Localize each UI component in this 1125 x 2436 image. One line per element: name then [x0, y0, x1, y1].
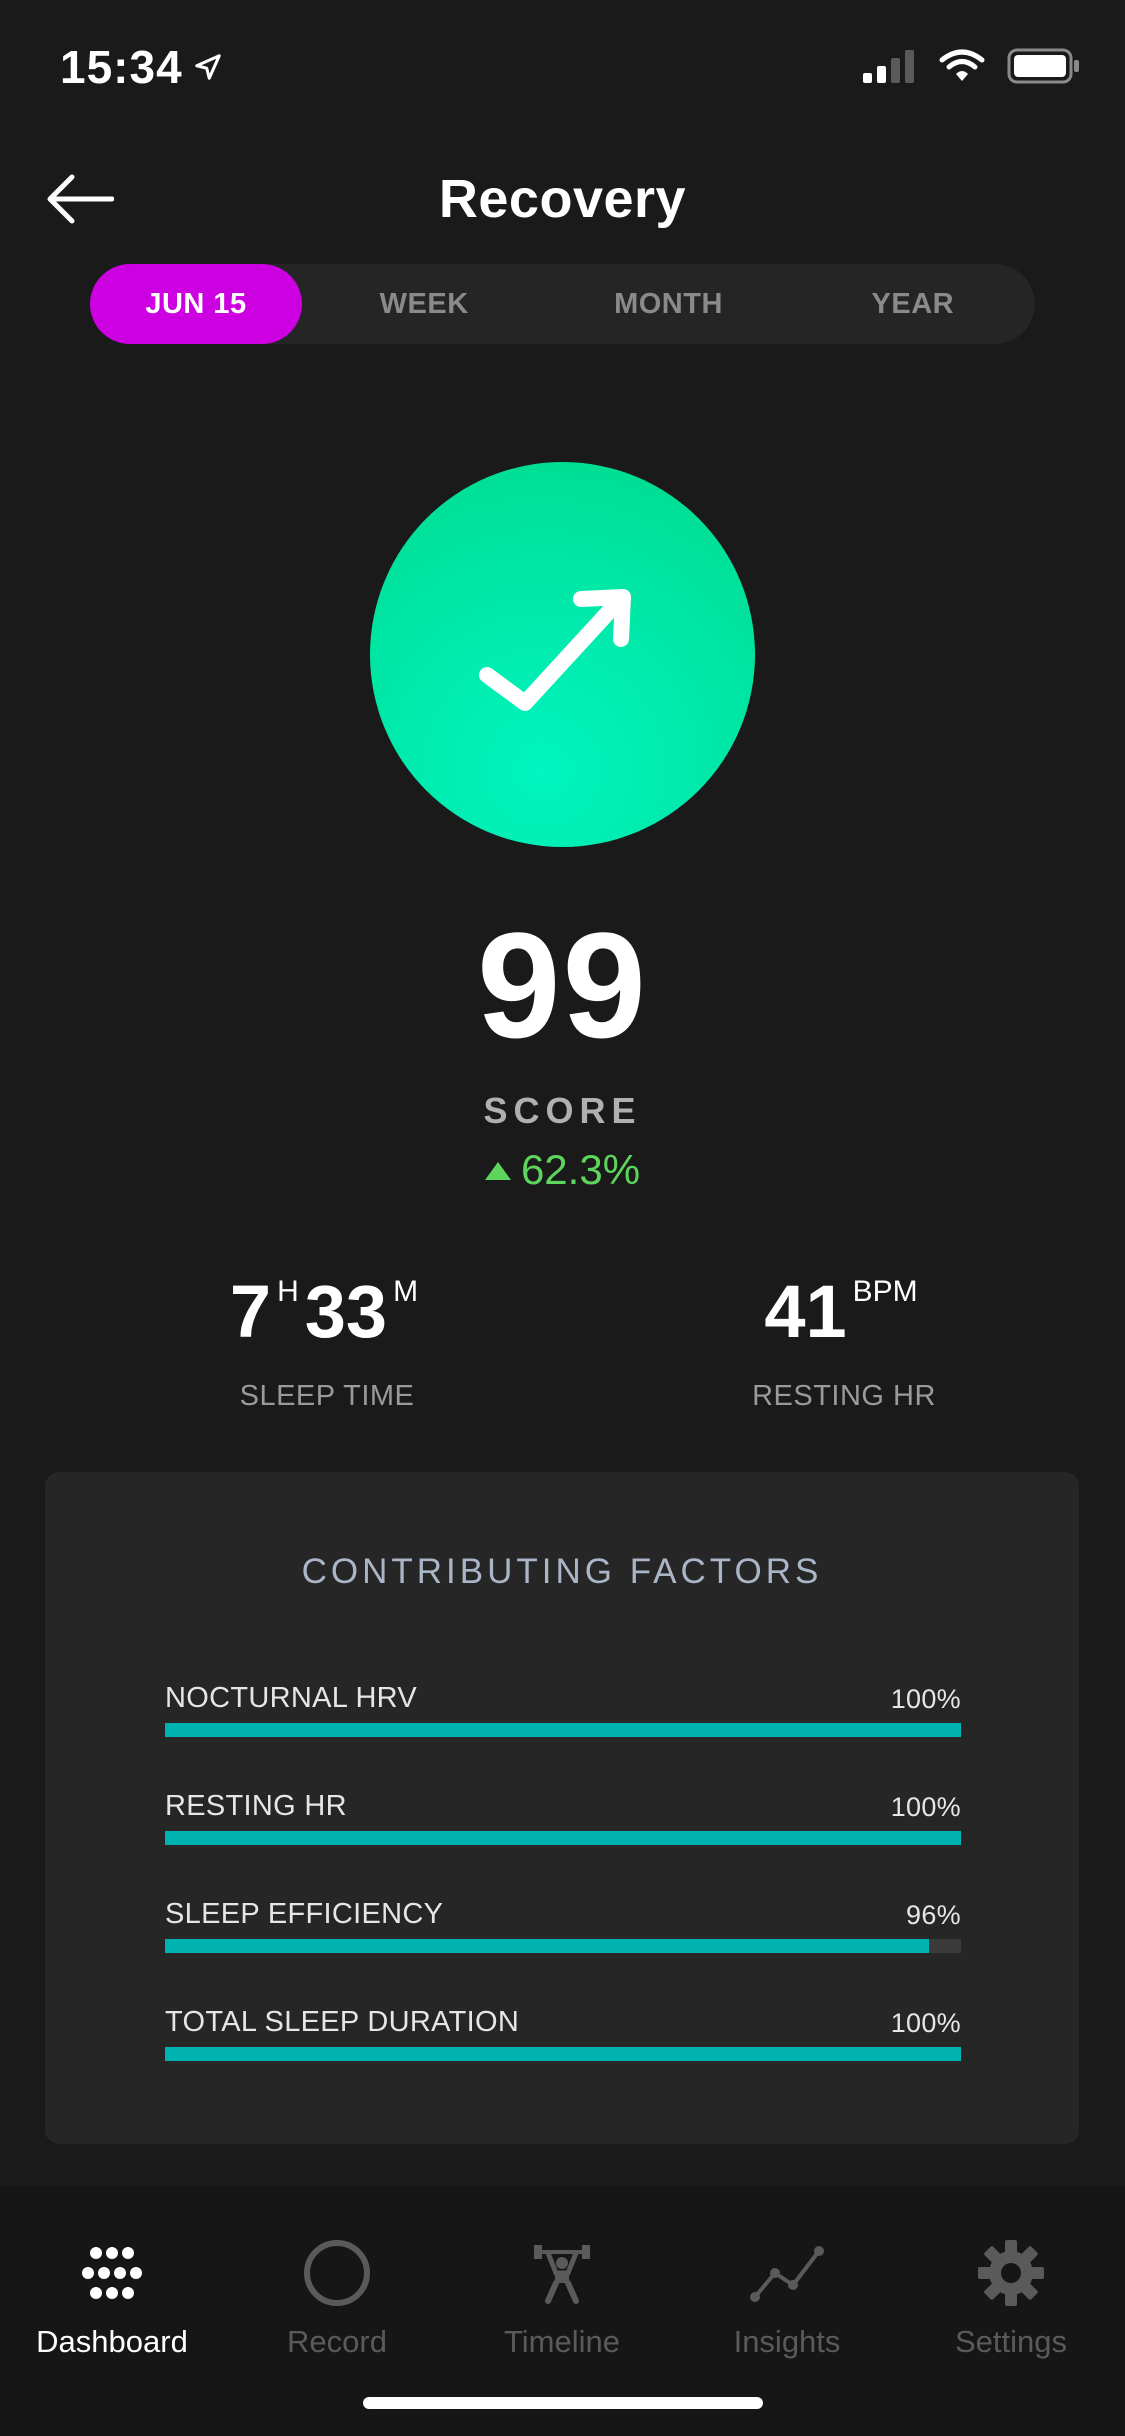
dots-grid-icon: [82, 2247, 142, 2299]
status-time: 15:34: [60, 41, 183, 93]
factor-sleep-efficiency: SLEEP EFFICIENCY 96%: [165, 1898, 961, 1953]
factor-percent: 100%: [890, 1684, 961, 1714]
line-chart-icon: [750, 2246, 824, 2302]
factor-percent: 100%: [890, 1792, 961, 1822]
factor-total-sleep-duration: TOTAL SLEEP DURATION 100%: [165, 2006, 961, 2061]
home-indicator[interactable]: [363, 2397, 763, 2409]
factor-name: RESTING HR: [165, 1790, 347, 1822]
gear-icon: [978, 2240, 1044, 2306]
factor-progress-fill: [165, 1723, 961, 1737]
sleep-hours-unit: H: [277, 1275, 299, 1308]
nav-label: Dashboard: [36, 2324, 188, 2359]
factor-progress-bar: [165, 2047, 961, 2061]
factor-progress-fill: [165, 2047, 961, 2061]
score-delta-value: 62.3%: [520, 1146, 641, 1193]
factors-title: CONTRIBUTING FACTORS: [301, 1552, 823, 1591]
recovery-score-circle: [370, 462, 755, 847]
battery-icon: [1007, 48, 1079, 84]
sleep-minutes: 33: [304, 1270, 388, 1353]
factor-progress-fill: [165, 1939, 930, 1953]
nav-label: Settings: [954, 2324, 1067, 2359]
sleep-time-label: SLEEP TIME: [239, 1380, 415, 1412]
sleep-time-value: 7 H 33 M: [127, 1270, 527, 1360]
score-delta: 62.3%: [0, 1146, 1125, 1194]
wifi-icon: [939, 49, 985, 81]
factor-percent: 96%: [906, 1900, 961, 1930]
nav-label: Timeline: [504, 2324, 620, 2359]
nav-label: Insights: [733, 2324, 841, 2359]
nav-label: Record: [287, 2324, 387, 2359]
resting-hr-value-group: 41 BPM: [644, 1270, 1044, 1360]
factor-name: SLEEP EFFICIENCY: [165, 1898, 444, 1930]
factor-percent: 100%: [890, 2008, 961, 2038]
nav-record[interactable]: Record: [237, 2238, 437, 2360]
tab-week[interactable]: WEEK: [302, 264, 546, 344]
status-indicators: [863, 48, 1081, 84]
circle-icon: [304, 2240, 370, 2306]
factor-progress-bar: [165, 1723, 961, 1737]
tab-year[interactable]: YEAR: [791, 264, 1035, 344]
cellular-signal-icon: [863, 50, 914, 83]
status-bar: 15:34: [0, 0, 1125, 140]
score-value: 99: [477, 901, 648, 1069]
factor-progress-bar: [165, 1831, 961, 1845]
resting-hr-stat: 41 BPM RESTING HR: [644, 1270, 1044, 1413]
nav-timeline[interactable]: Timeline: [462, 2238, 662, 2360]
factor-nocturnal-hrv: NOCTURNAL HRV 100%: [165, 1682, 961, 1737]
factor-progress-fill: [165, 1831, 961, 1845]
triangle-up-icon: [484, 1162, 511, 1180]
resting-hr-unit: BPM: [852, 1275, 918, 1308]
period-tabs: JUN 15 WEEK MONTH YEAR: [90, 264, 1035, 344]
weightlifter-icon: [534, 2245, 590, 2304]
factor-name: TOTAL SLEEP DURATION: [165, 2006, 520, 2038]
nav-dashboard[interactable]: Dashboard: [12, 2238, 212, 2360]
contributing-factors-card: CONTRIBUTING FACTORS NOCTURNAL HRV 100% …: [45, 1472, 1079, 2144]
score-label: SCORE: [483, 1090, 642, 1131]
location-arrow-icon: [194, 54, 221, 80]
nav-insights[interactable]: Insights: [687, 2238, 887, 2360]
tab-month[interactable]: MONTH: [546, 264, 790, 344]
status-time-group: 15:34: [60, 40, 223, 94]
tab-day[interactable]: JUN 15: [90, 264, 302, 344]
sleep-minutes-unit: M: [393, 1275, 419, 1308]
resting-hr-label: RESTING HR: [752, 1380, 936, 1412]
sleep-time-stat: 7 H 33 M SLEEP TIME: [127, 1270, 527, 1413]
sleep-hours: 7: [229, 1270, 272, 1353]
factor-name: NOCTURNAL HRV: [165, 1682, 418, 1714]
nav-settings[interactable]: Settings: [911, 2238, 1111, 2360]
resting-hr-value: 41: [764, 1270, 847, 1353]
factor-progress-bar: [165, 1939, 961, 1953]
trend-up-arrow-icon: [478, 588, 631, 711]
header: Recovery: [0, 150, 1125, 250]
page-title: Recovery: [438, 169, 687, 229]
factor-resting-hr: RESTING HR 100%: [165, 1790, 961, 1845]
